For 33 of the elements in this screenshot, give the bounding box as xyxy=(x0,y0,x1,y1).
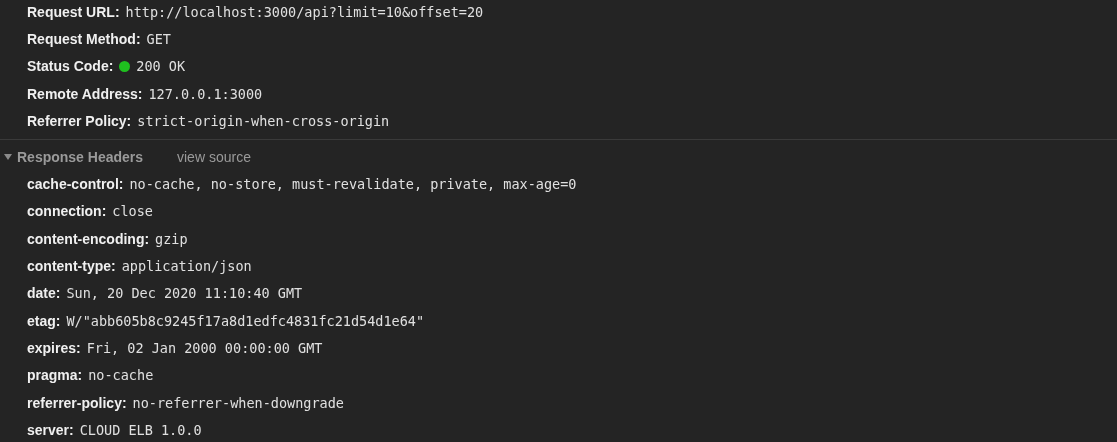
header-value: W/"abb605b8c9245f17a8d1edfc4831fc21d54d1e64" xyxy=(66,312,425,329)
field-value: 200 OK xyxy=(136,58,186,75)
caret-icon xyxy=(4,153,12,162)
field-label: Remote Address: xyxy=(27,85,143,102)
header-name: date: xyxy=(27,285,61,302)
field-label: Request URL: xyxy=(27,3,120,20)
field-value: 127.0.0.1:3000 xyxy=(148,85,263,102)
field-label: Request Method: xyxy=(27,30,141,47)
header-name: content-encoding: xyxy=(27,230,150,247)
header-value: application/json xyxy=(121,258,252,274)
header-name: cache-control: xyxy=(27,176,124,193)
header-name: server: xyxy=(27,421,74,438)
header-value: CLOUD ELB 1.0.0 xyxy=(79,421,202,438)
view-source-link[interactable]: view source xyxy=(177,149,251,166)
field-value: strict-origin-when-cross-origin xyxy=(137,112,390,129)
header-value: no-cache, no-store, must-revalidate, private, max-age=0 xyxy=(129,176,577,193)
field-label: Status Code: xyxy=(27,58,114,75)
header-value: gzip xyxy=(155,230,188,247)
header-value: Fri, 02 Jan 2000 00:00:00 GMT xyxy=(86,339,323,356)
header-value: close xyxy=(112,203,153,220)
field-label: Referrer Policy: xyxy=(27,112,132,129)
header-name: referrer-policy: xyxy=(27,394,127,411)
header-name: etag: xyxy=(27,312,61,329)
field-value: http://localhost:3000/api?limit=10&offset=20 xyxy=(125,3,484,20)
header-value: no-cache xyxy=(88,367,154,384)
section-toggle[interactable]: Response Headers xyxy=(0,149,177,166)
header-name: expires: xyxy=(27,339,81,356)
header-name: connection: xyxy=(27,203,107,220)
field-value: GET xyxy=(146,30,171,47)
header-name: pragma: xyxy=(27,367,83,384)
header-name: content-type: xyxy=(27,258,116,274)
header-value: no-referrer-when-downgrade xyxy=(132,394,344,411)
header-value: Sun, 20 Dec 2020 11:10:40 GMT xyxy=(66,285,303,302)
